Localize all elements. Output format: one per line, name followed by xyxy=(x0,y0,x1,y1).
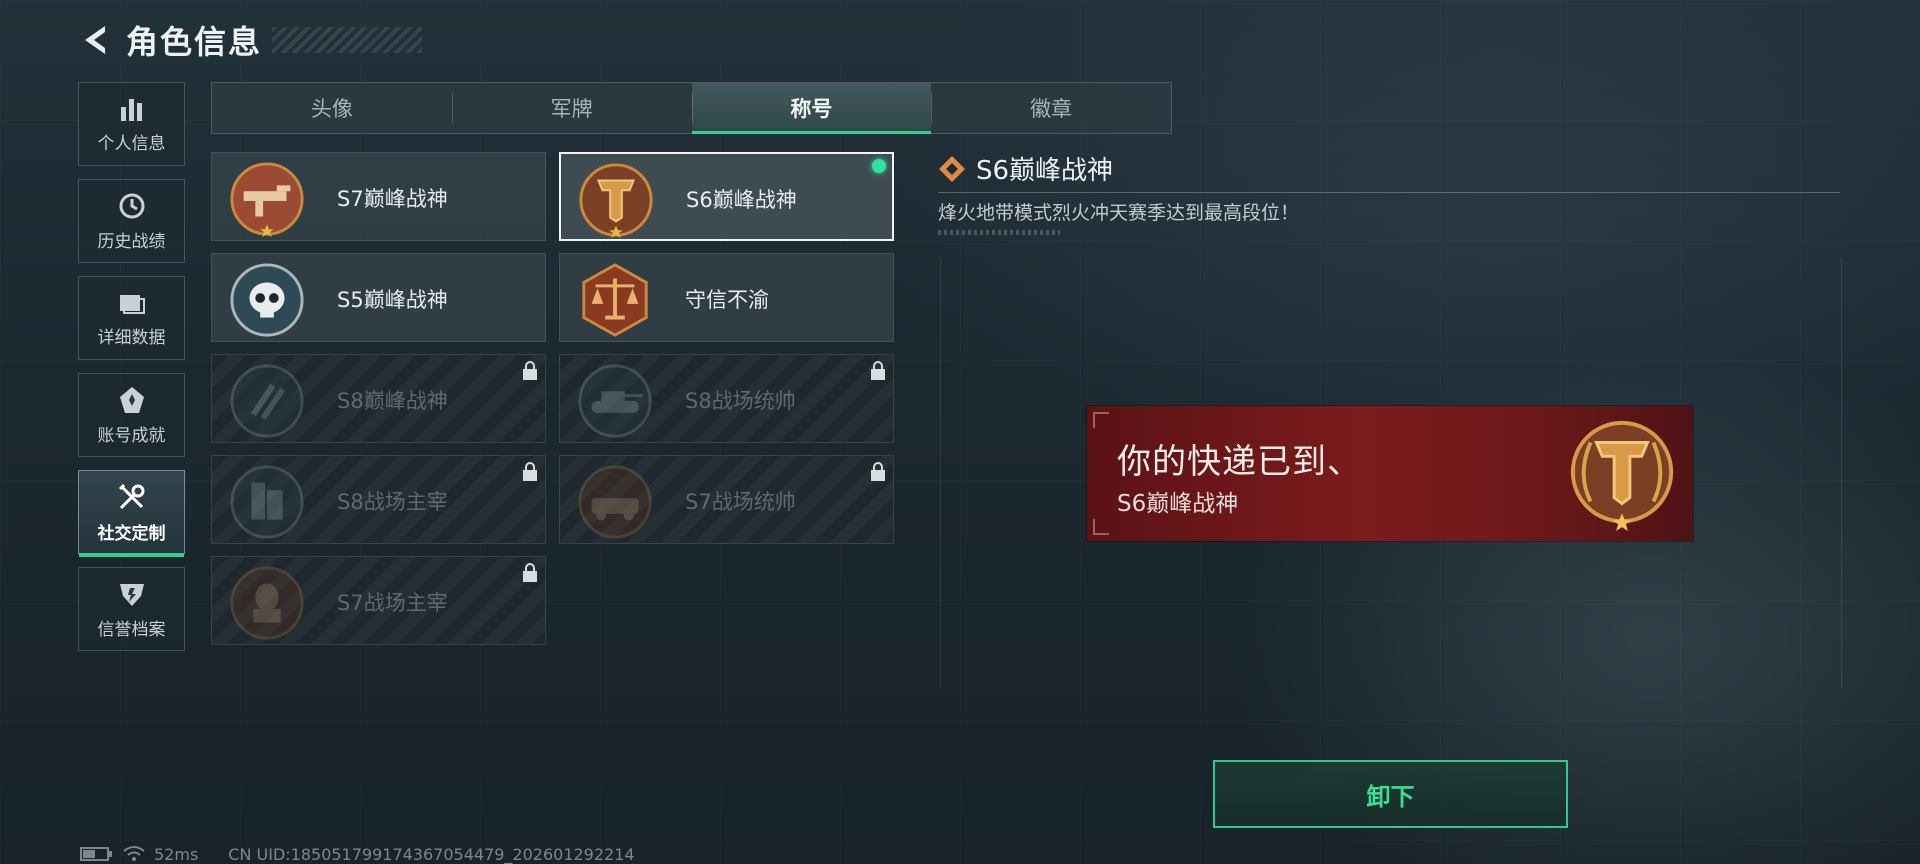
nav-item-detail-data[interactable]: 详细数据 xyxy=(78,276,185,360)
nav-label: 账号成就 xyxy=(97,425,166,446)
title-name: 守信不渝 xyxy=(685,287,769,312)
tank-medal-icon xyxy=(578,364,652,438)
back-button[interactable] xyxy=(76,20,116,60)
title-card-s7-dominator[interactable]: S7战场主宰 xyxy=(211,556,546,645)
building-medal-icon xyxy=(230,465,304,539)
nav-label: 历史战绩 xyxy=(97,231,166,252)
title-name: S5巅峰战神 xyxy=(337,287,448,312)
t-emblem-medal-icon xyxy=(1570,420,1674,532)
detail-title: S6巅峰战神 xyxy=(976,156,1114,186)
side-nav: 个人信息 历史战绩 详细数据 账号成就 社交定制 信誉档案 xyxy=(78,82,187,664)
banner-corner xyxy=(1093,519,1109,535)
wifi-icon xyxy=(123,846,145,861)
title-card-s7-peak[interactable]: S7巅峰战神 xyxy=(211,152,546,241)
title-card-s6-peak[interactable]: S6巅峰战神 xyxy=(559,152,894,241)
slash-medal-icon xyxy=(230,364,304,438)
tab-bar: 头像 军牌 称号 徽章 xyxy=(211,82,1172,134)
bar-chart-icon xyxy=(120,98,142,121)
title-name: S7巅峰战神 xyxy=(337,186,448,211)
t-emblem-medal-icon xyxy=(579,163,653,239)
nav-item-achievements[interactable]: 账号成就 xyxy=(78,373,185,457)
uid-text: CN UID:18505179917436705447​9_2026012922… xyxy=(228,844,635,864)
vehicle-medal-icon xyxy=(578,465,652,539)
title-card-s8-dominator[interactable]: S8战场主宰 xyxy=(211,455,546,544)
title-card-s7-commander[interactable]: S7战场统帅 xyxy=(559,455,894,544)
wrench-tools-icon xyxy=(118,483,144,509)
lock-icon xyxy=(523,563,537,582)
nav-label: 信誉档案 xyxy=(97,619,166,640)
title-name: S8巅峰战神 xyxy=(337,388,448,413)
title-preview-banner: 你的快递已到、 S6巅峰战神 xyxy=(1087,406,1693,541)
status-bar: 52ms CN UID:18505179917436705447​9_20260… xyxy=(80,844,635,864)
nav-label: 社交定制 xyxy=(97,523,166,544)
nav-item-social-custom[interactable]: 社交定制 xyxy=(78,470,185,557)
title-name: S7战场主宰 xyxy=(337,590,448,615)
page-header: 角色信息 xyxy=(76,18,423,62)
tab-dogtag[interactable]: 军牌 xyxy=(451,83,692,133)
ping-value: 52ms xyxy=(154,844,199,864)
banner-message: 你的快递已到、 xyxy=(1117,442,1362,482)
lock-icon xyxy=(523,462,537,481)
title-name: S6巅峰战神 xyxy=(686,187,797,212)
unequip-button[interactable]: 卸下 xyxy=(1213,760,1568,828)
page-title: 角色信息 xyxy=(126,23,263,61)
folder-icon xyxy=(119,294,145,314)
title-name: S7战场统帅 xyxy=(685,489,796,514)
achievement-star-icon xyxy=(119,386,144,413)
soldier-medal-icon xyxy=(230,566,304,640)
description-decoration xyxy=(938,230,1060,235)
lock-icon xyxy=(523,361,537,380)
title-card-s5-peak[interactable]: S5巅峰战神 xyxy=(211,253,546,342)
scales-medal-icon xyxy=(582,263,648,337)
history-clock-icon xyxy=(119,193,144,218)
lock-icon xyxy=(871,361,885,380)
nav-label: 个人信息 xyxy=(97,133,166,154)
banner-title-name: S6巅峰战神 xyxy=(1117,491,1239,517)
equipped-indicator xyxy=(872,159,886,173)
lock-icon xyxy=(871,462,885,481)
detail-description: 烽火地带模式烈火冲天赛季达到最高段位！ xyxy=(938,202,1300,224)
nav-item-reputation[interactable]: 信誉档案 xyxy=(78,567,185,651)
battery-icon xyxy=(80,847,112,861)
title-card-s8-peak[interactable]: S8巅峰战神 xyxy=(211,354,546,443)
detail-divider xyxy=(938,192,1840,193)
diamond-title-icon xyxy=(939,155,965,182)
detail-header: S6巅峰战神 xyxy=(938,150,1113,187)
title-card-s8-commander[interactable]: S8战场统帅 xyxy=(559,354,894,443)
title-decoration xyxy=(272,27,423,53)
banner-corner xyxy=(1093,412,1109,428)
tab-avatar[interactable]: 头像 xyxy=(212,83,452,133)
nav-item-personal-info[interactable]: 个人信息 xyxy=(78,82,185,166)
shield-icon xyxy=(119,583,144,606)
title-card-keep-faith[interactable]: 守信不渝 xyxy=(559,253,894,342)
tab-badge[interactable]: 徽章 xyxy=(931,83,1171,133)
title-name: S8战场主宰 xyxy=(337,489,448,514)
nav-item-history[interactable]: 历史战绩 xyxy=(78,179,185,263)
skull-medal-icon xyxy=(230,263,304,337)
tab-title[interactable]: 称号 xyxy=(691,83,932,134)
gun-medal-icon xyxy=(230,162,304,238)
nav-label: 详细数据 xyxy=(97,327,166,348)
back-arrow-icon xyxy=(85,26,105,54)
title-name: S8战场统帅 xyxy=(685,388,796,413)
